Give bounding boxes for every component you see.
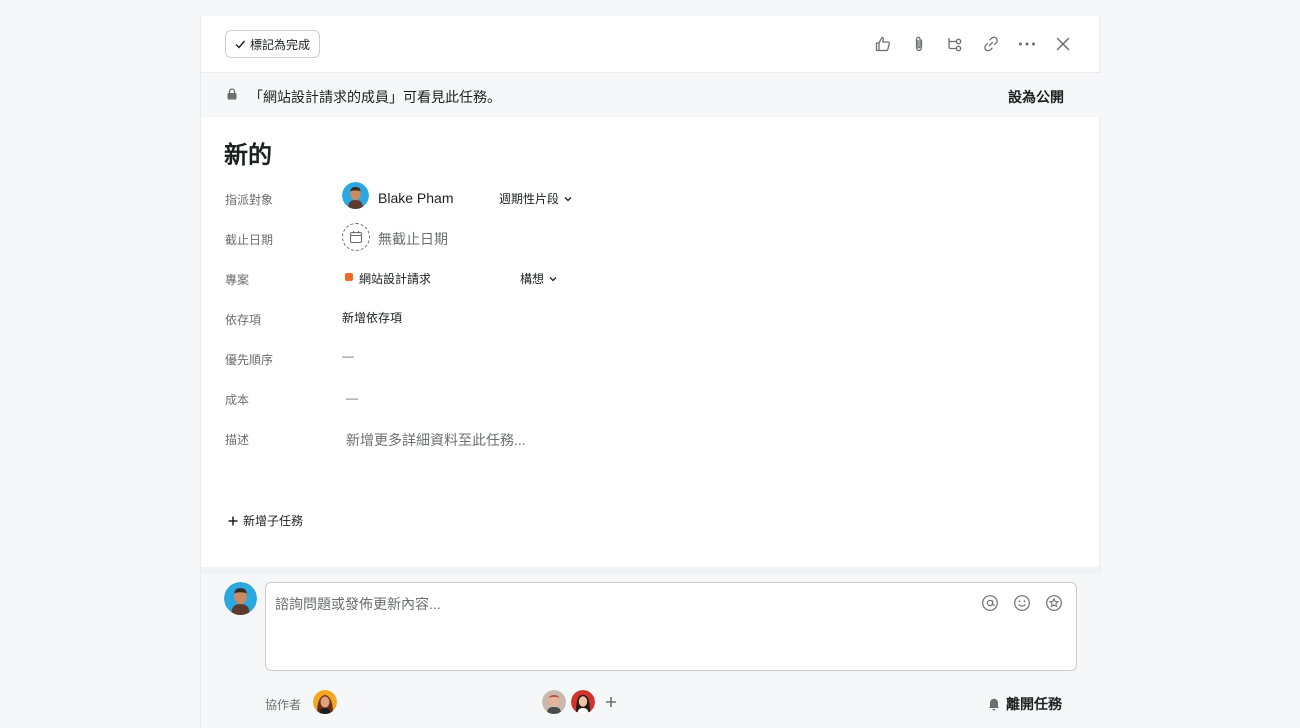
- like-icon[interactable]: [873, 34, 893, 54]
- make-public-button[interactable]: 設為公開: [1008, 87, 1064, 107]
- project-label: 專案: [225, 273, 250, 287]
- chevron-down-icon: [564, 196, 572, 201]
- project-section-label: 構想: [520, 272, 545, 286]
- lock-icon: [227, 88, 237, 100]
- collaborator-avatar[interactable]: [313, 690, 337, 714]
- leave-task-button[interactable]: 離開任務: [986, 694, 1062, 714]
- dependencies-label: 依存項: [225, 313, 262, 327]
- description-label: 描述: [225, 433, 250, 447]
- plus-icon: [228, 516, 238, 525]
- collaborator-avatar[interactable]: [571, 690, 595, 714]
- comment-input[interactable]: 諮詢問題或發佈更新內容...: [265, 582, 1077, 671]
- emoji-icon[interactable]: [1013, 594, 1031, 612]
- assignee-section-dropdown[interactable]: 週期性片段: [499, 190, 573, 207]
- add-subtask-label: 新增子任務: [243, 514, 304, 528]
- collaborators-label: 協作者: [265, 698, 302, 712]
- leave-task-label: 離開任務: [1006, 696, 1062, 712]
- add-dependency-button[interactable]: 新增依存項: [342, 309, 402, 326]
- cost-label: 成本: [225, 393, 250, 407]
- due-date-value[interactable]: 無截止日期: [378, 229, 448, 249]
- more-icon[interactable]: [1017, 34, 1037, 54]
- add-subtask-button[interactable]: 新增子任務: [227, 512, 303, 529]
- attachment-icon[interactable]: [909, 34, 929, 54]
- add-collaborator-icon[interactable]: [605, 696, 617, 708]
- mark-complete-button[interactable]: 標記為完成: [225, 30, 321, 58]
- project-color-dot: [345, 273, 353, 281]
- due-date-button[interactable]: [342, 223, 370, 251]
- current-user-avatar: [224, 582, 257, 615]
- assignee-label: 指派對象: [225, 193, 274, 207]
- bell-icon: [989, 698, 999, 711]
- link-icon[interactable]: [981, 34, 1001, 54]
- project-section-dropdown[interactable]: 構想: [520, 270, 558, 287]
- calendar-icon: [349, 231, 363, 244]
- check-icon: [235, 40, 246, 49]
- priority-label: 優先順序: [225, 353, 274, 367]
- assignee-name[interactable]: Blake Pham: [378, 190, 453, 206]
- comment-placeholder: 諮詢問題或發佈更新內容...: [275, 596, 441, 612]
- assignee-avatar[interactable]: [342, 182, 369, 209]
- star-icon[interactable]: [1045, 594, 1063, 612]
- assignee-section-label: 週期性片段: [499, 192, 560, 206]
- close-icon[interactable]: [1053, 34, 1073, 54]
- chevron-down-icon: [549, 276, 557, 281]
- privacy-message: 「網站設計請求的成員」可看見此任務。: [249, 89, 501, 105]
- collaborator-avatar[interactable]: [542, 690, 566, 714]
- privacy-banner: 「網站設計請求的成員」可看見此任務。 設為公開: [201, 73, 1101, 117]
- due-date-label: 截止日期: [225, 233, 274, 247]
- subtask-icon[interactable]: [945, 34, 965, 54]
- description-input[interactable]: 新增更多詳細資料至此任務...: [346, 430, 526, 450]
- mark-complete-label: 標記為完成: [250, 37, 311, 52]
- mention-icon[interactable]: [981, 594, 999, 612]
- task-toolbar: 標記為完成: [201, 16, 1101, 73]
- project-name[interactable]: 網站設計請求: [359, 270, 431, 287]
- priority-value[interactable]: —: [342, 349, 354, 363]
- task-title[interactable]: 新的: [224, 135, 272, 170]
- task-detail-panel: 標記為完成 「網站設計請求的成員」可看見此任務。 設為公開 新的 指派對象 Bl…: [200, 16, 1101, 728]
- cost-value[interactable]: —: [346, 391, 358, 405]
